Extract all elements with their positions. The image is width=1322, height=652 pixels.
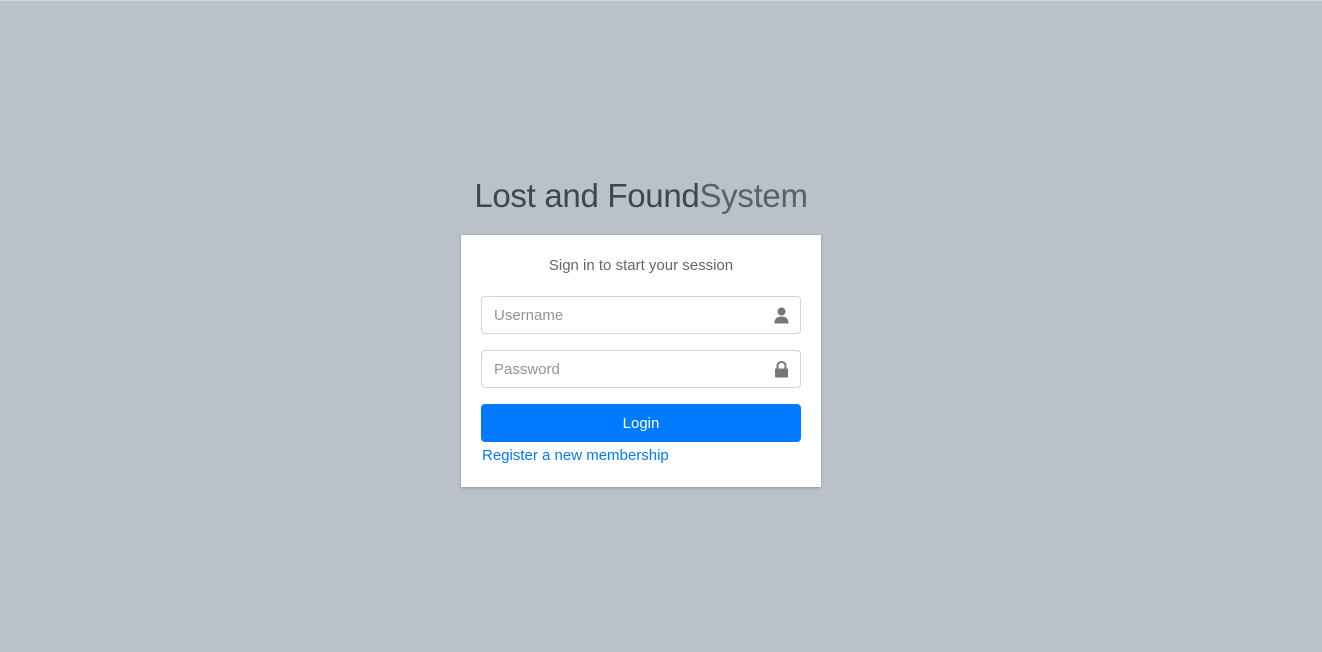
login-box: Lost and FoundSystem Sign in to start yo… bbox=[461, 173, 821, 487]
username-input[interactable] bbox=[482, 297, 762, 333]
login-button[interactable]: Login bbox=[481, 404, 801, 442]
password-input[interactable] bbox=[482, 351, 762, 387]
login-card: Sign in to start your session Login Regi… bbox=[461, 235, 821, 487]
login-message: Sign in to start your session bbox=[548, 257, 734, 274]
register-link[interactable]: Register a new membership bbox=[482, 447, 669, 464]
login-logo: Lost and FoundSystem bbox=[461, 173, 821, 235]
logo-title-strong: Lost and Found bbox=[474, 177, 700, 214]
lock-icon bbox=[762, 351, 800, 387]
user-icon bbox=[762, 297, 800, 333]
password-group bbox=[481, 350, 801, 388]
username-group bbox=[481, 296, 801, 334]
logo-title-light: System bbox=[699, 177, 808, 214]
